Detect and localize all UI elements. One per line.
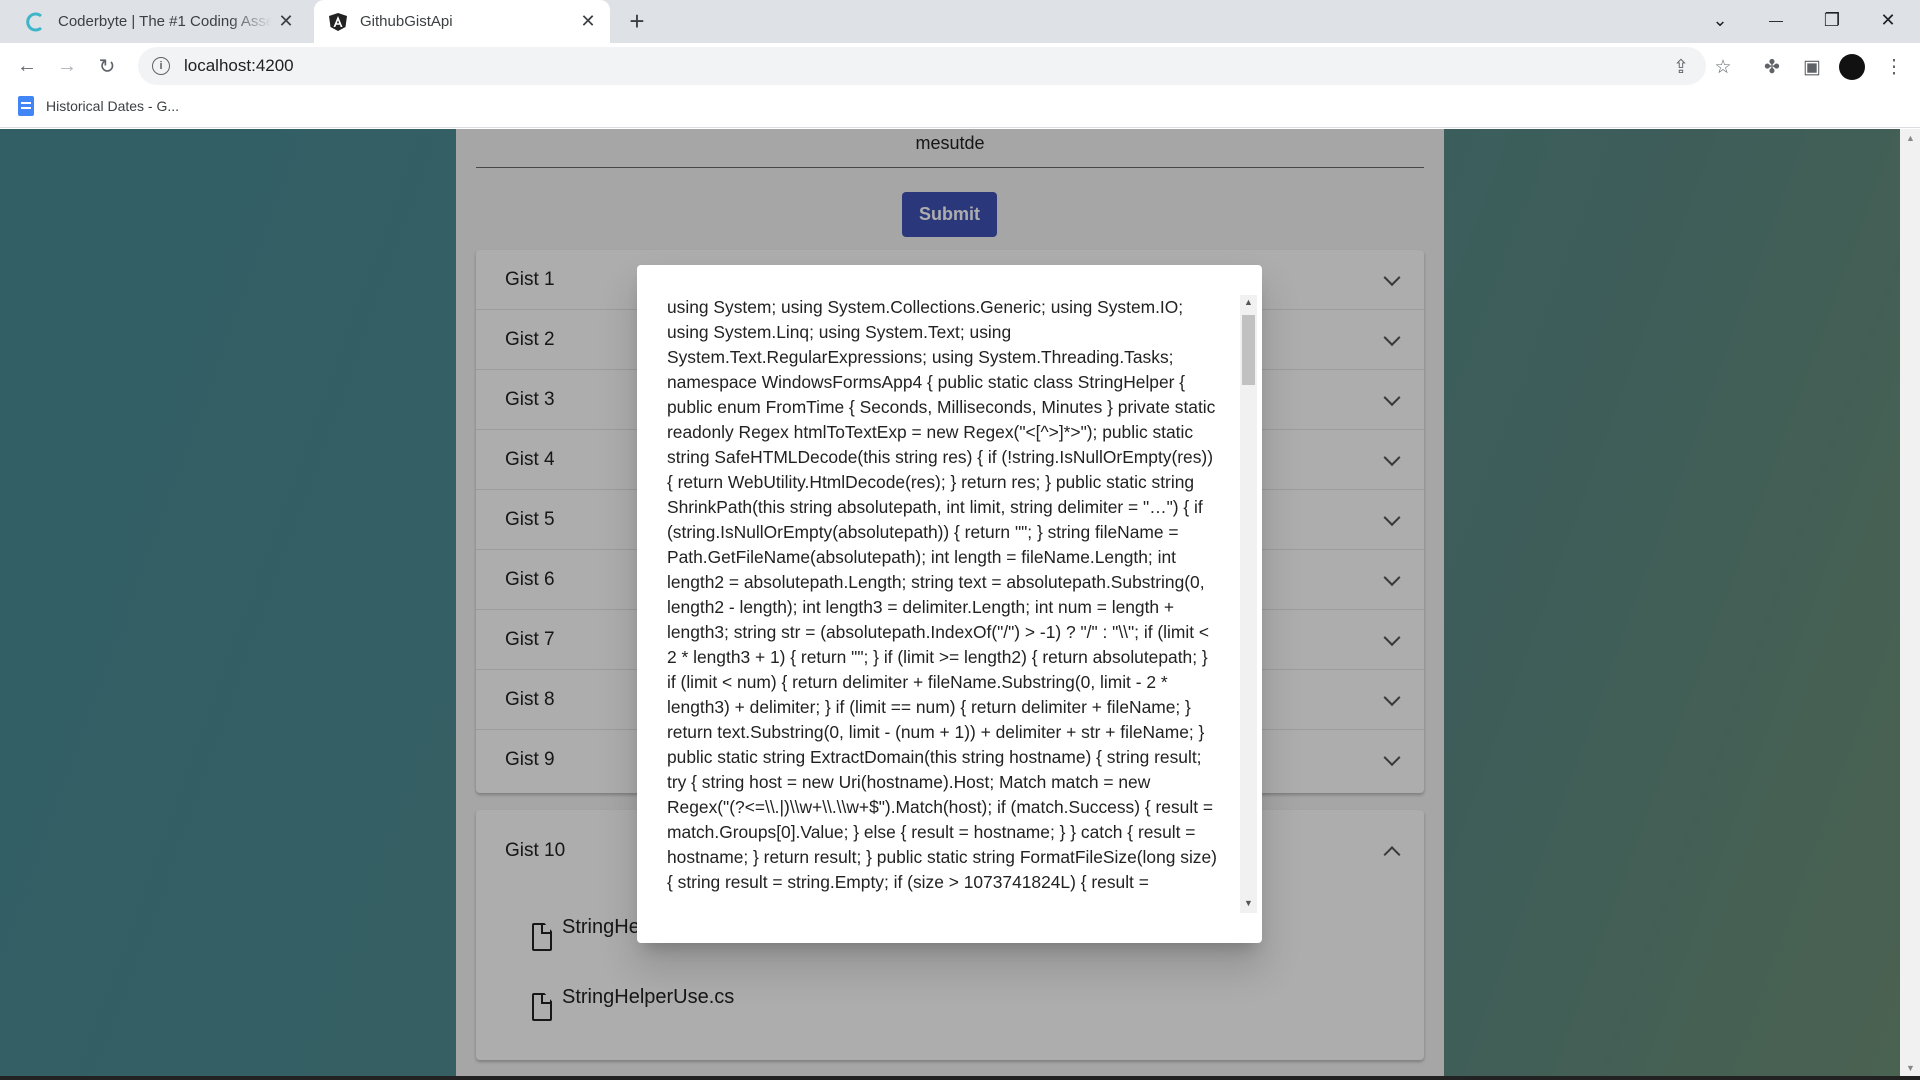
gist-code-content: using System; using System.Collections.G… [667,297,1217,892]
close-window-icon[interactable]: ✕ [1860,0,1916,40]
forward-icon[interactable]: → [50,49,84,83]
back-icon[interactable]: ← [10,49,44,83]
side-panel-icon[interactable]: ▣ [1797,52,1827,82]
minimize-icon[interactable]: — [1748,0,1804,40]
coderbyte-logo-icon [26,12,42,31]
scrollbar-thumb[interactable] [1242,315,1255,385]
page-scrollbar[interactable]: ▲ ▼ [1900,129,1920,1080]
new-tab-button[interactable]: + [622,6,652,36]
scroll-down-arrow-icon[interactable]: ▼ [1244,898,1253,908]
tab-strip: Coderbyte | The #1 Coding Assessment Pla… [0,0,1920,43]
scroll-up-arrow-icon[interactable]: ▲ [1244,297,1253,307]
tab-title: Coderbyte | The #1 Coding Assessment Pla… [58,13,272,30]
profile-avatar[interactable] [1837,52,1867,82]
google-docs-icon [18,96,34,116]
code-dialog: using System; using System.Collections.G… [637,265,1262,943]
extensions-icon[interactable]: ✤ [1757,52,1787,82]
reload-icon[interactable]: ↻ [90,49,124,83]
close-tab-icon[interactable]: ✕ [574,8,602,36]
dialog-scrollbar[interactable]: ▲ ▼ [1240,295,1257,913]
close-tab-icon[interactable]: ✕ [272,8,300,36]
url-text: localhost:4200 [184,56,294,75]
angular-logo-icon [329,12,347,31]
tab-githubgistapi[interactable]: GithubGistApi ✕ [314,0,610,43]
page-viewport: mesutde Submit Gist 1 Gist 2 Gist 3 Gist… [0,129,1920,1080]
browser-toolbar: ← → ↻ i localhost:4200 ⇪ ☆ ✤ ▣ ⋮ [0,43,1920,88]
tab-title: GithubGistApi [360,13,453,30]
bookmark-star-icon[interactable]: ☆ [1708,52,1738,82]
site-info-icon[interactable]: i [152,57,170,75]
menu-icon[interactable]: ⋮ [1879,52,1909,82]
tab-search-icon[interactable]: ⌄ [1692,0,1748,40]
scroll-up-arrow-icon[interactable]: ▲ [1906,133,1915,143]
restore-icon[interactable]: ❐ [1804,0,1860,40]
address-bar[interactable]: i localhost:4200 [138,47,1706,85]
tab-coderbyte[interactable]: Coderbyte | The #1 Coding Assessment Pla… [8,0,308,43]
bookmarks-bar: Historical Dates - G... [0,88,1920,128]
share-icon[interactable]: ⇪ [1666,52,1696,82]
bookmark-historical-dates[interactable]: Historical Dates - G... [18,96,179,116]
bookmark-label: Historical Dates - G... [46,98,180,114]
taskbar-edge [0,1076,1920,1080]
scroll-down-arrow-icon[interactable]: ▼ [1906,1063,1915,1073]
